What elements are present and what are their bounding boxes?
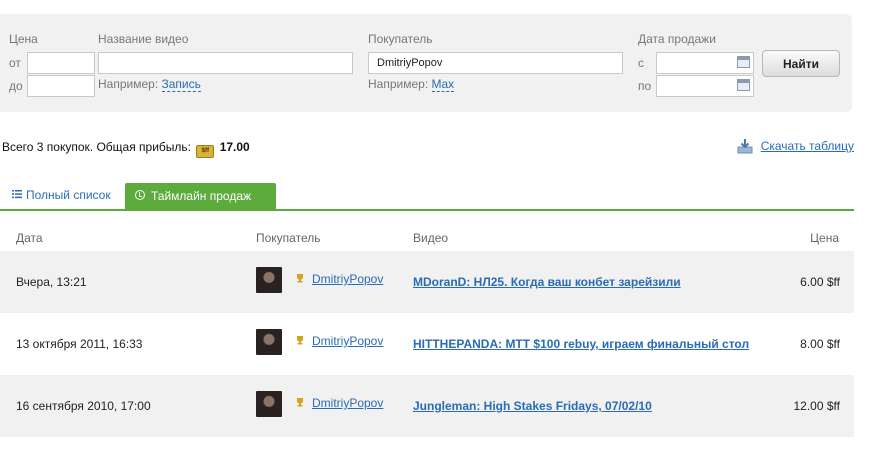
price-to-label: до xyxy=(9,79,23,93)
search-button[interactable]: Найти xyxy=(762,50,840,77)
sale-date-from-wrapper xyxy=(656,52,754,74)
column-header-buyer: Покупатель xyxy=(256,231,321,245)
tab-bar: Полный список Таймлайн продаж xyxy=(0,183,854,211)
video-name-input[interactable] xyxy=(98,52,353,74)
calendar-icon[interactable] xyxy=(737,56,750,68)
video-name-hint: Например: Запись xyxy=(98,77,201,92)
buyer-hint-prefix: Например: xyxy=(368,77,429,91)
video-link[interactable]: MDoranD: НЛ25. Когда ваш конбет зарейзил… xyxy=(413,275,681,289)
trophy-icon xyxy=(297,274,303,283)
sale-date-from-label: с xyxy=(638,56,644,70)
video-link[interactable]: HITTHEPANDA: MTT $100 rebuy, играем фина… xyxy=(413,337,749,351)
tab-full-list[interactable]: Полный список xyxy=(10,188,111,202)
table-row: Вчера, 13:21 DmitriyPopov MDoranD: НЛ25.… xyxy=(0,251,854,313)
table-row: 16 сентября 2010, 17:00 DmitriyPopov Jun… xyxy=(0,375,854,437)
avatar[interactable] xyxy=(256,267,282,293)
tab-full-list-label: Полный список xyxy=(26,188,111,202)
download-icon[interactable] xyxy=(737,138,753,154)
trophy-icon xyxy=(297,398,303,407)
download-area: Скачать таблицу xyxy=(737,139,854,154)
buyer-link[interactable]: DmitriyPopov xyxy=(312,396,383,410)
price-label: Цена xyxy=(9,32,38,46)
trophy-icon xyxy=(297,336,303,345)
column-header-date: Дата xyxy=(16,231,43,245)
row-date: 13 октября 2011, 16:33 xyxy=(16,337,143,351)
clock-icon xyxy=(135,190,145,200)
filter-panel: Цена от до Название видео Например: Запи… xyxy=(0,14,852,112)
row-price: 12.00 $ff xyxy=(793,399,841,413)
row-price: 8.00 $ff xyxy=(800,337,840,351)
calendar-icon[interactable] xyxy=(737,79,750,91)
sale-date-label: Дата продажи xyxy=(638,32,716,46)
row-date: Вчера, 13:21 xyxy=(16,275,87,289)
table-row: 13 октября 2011, 16:33 DmitriyPopov HITT… xyxy=(0,313,854,375)
avatar[interactable] xyxy=(256,329,282,355)
buyer-hint: Например: Max xyxy=(368,77,455,92)
sale-date-to-label: по xyxy=(638,79,652,93)
column-header-video: Видео xyxy=(413,231,449,245)
summary-text: Всего 3 покупок. Общая прибыль: xyxy=(2,140,191,154)
purchase-summary: Всего 3 покупок. Общая прибыль: $ff 17.0… xyxy=(2,140,250,158)
tab-sales-timeline-label: Таймлайн продаж xyxy=(151,189,252,203)
buyer-hint-link[interactable]: Max xyxy=(431,77,455,92)
price-from-label: от xyxy=(9,56,21,70)
coin-icon: $ff xyxy=(196,145,215,158)
download-table-link[interactable]: Скачать таблицу xyxy=(761,139,854,153)
summary-total: 17.00 xyxy=(219,140,250,154)
video-name-hint-link[interactable]: Запись xyxy=(161,77,201,92)
column-header-price: Цена xyxy=(810,231,839,245)
buyer-label: Покупатель xyxy=(368,32,433,46)
list-icon xyxy=(12,190,22,199)
video-link[interactable]: Jungleman: High Stakes Fridays, 07/02/10 xyxy=(413,399,652,413)
video-name-label: Название видео xyxy=(98,32,189,46)
price-from-input[interactable] xyxy=(27,52,95,74)
buyer-link[interactable]: DmitriyPopov xyxy=(312,334,383,348)
tab-sales-timeline[interactable]: Таймлайн продаж xyxy=(125,183,276,209)
row-price: 6.00 $ff xyxy=(800,275,840,289)
row-date: 16 сентября 2010, 17:00 xyxy=(16,399,151,413)
buyer-input[interactable] xyxy=(368,52,623,74)
video-name-hint-prefix: Например: xyxy=(98,77,159,91)
buyer-link[interactable]: DmitriyPopov xyxy=(312,272,383,286)
price-to-input[interactable] xyxy=(27,75,95,97)
avatar[interactable] xyxy=(256,391,282,417)
sale-date-to-wrapper xyxy=(656,75,754,97)
